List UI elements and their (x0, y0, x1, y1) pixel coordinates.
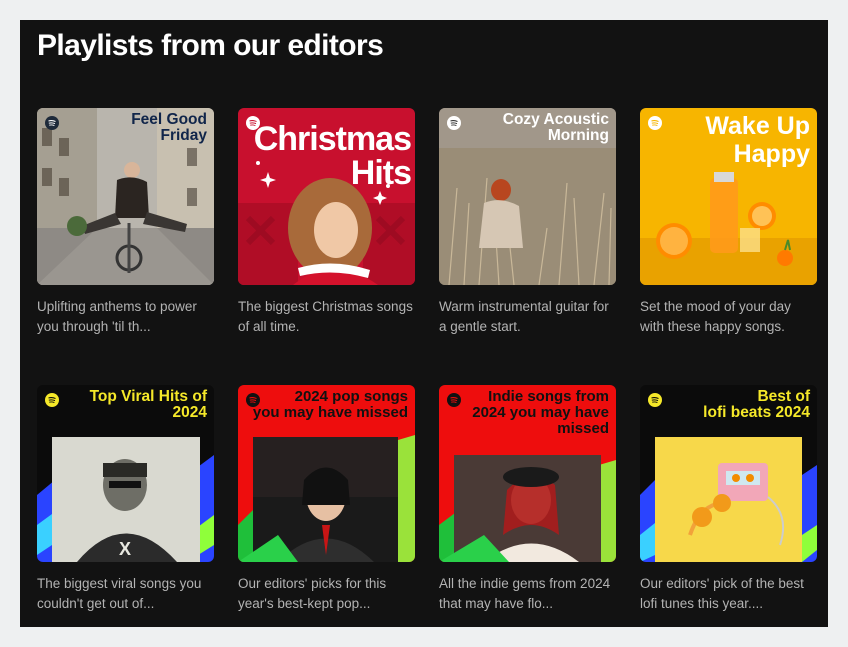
svg-text:X: X (119, 539, 131, 559)
cover-title: Wake Up Happy (705, 112, 810, 168)
spotify-logo-icon (447, 116, 461, 130)
spotify-logo-icon (648, 393, 662, 407)
playlist-card-christmas-hits[interactable]: Christmas Hits The biggest Christmas son… (238, 108, 415, 337)
playlist-description: The biggest viral songs you couldn't get… (37, 576, 202, 611)
playlist-cover[interactable]: Wake Up Happy (640, 108, 817, 285)
playlist-card-feel-good-friday[interactable]: Feel Good Friday Uplifting anthems to po… (37, 108, 214, 337)
spotify-logo-icon (45, 116, 59, 130)
cover-title: Christmas Hits (253, 120, 412, 192)
playlist-card-best-of-lofi-2024[interactable]: Best of lofi beats 2024 Our editors' pic… (640, 385, 817, 614)
playlist-cover[interactable]: Feel Good Friday (37, 108, 214, 285)
playlist-description: Set the mood of your day with these happ… (640, 299, 791, 334)
playlist-cover[interactable]: X Top Viral Hits of 2024 (37, 385, 214, 562)
playlist-cover[interactable]: Cozy Acoustic Morning (439, 108, 616, 285)
playlist-description: Our editors' picks for this year's best-… (238, 576, 387, 611)
playlist-description: The biggest Christmas songs of all time. (238, 299, 413, 334)
section-title[interactable]: Playlists from our editors (37, 26, 384, 66)
cover-title: Indie songs from 2024 you may have misse… (472, 388, 609, 437)
spotify-logo-icon (648, 116, 662, 130)
playlist-cover[interactable]: Indie songs from 2024 you may have misse… (439, 385, 616, 562)
playlist-description: Warm instrumental guitar for a gentle st… (439, 299, 609, 334)
playlist-card-cozy-acoustic-morning[interactable]: Cozy Acoustic Morning Warm instrumental … (439, 108, 616, 337)
playlist-cover[interactable]: 2024 pop songs you may have missed (238, 385, 415, 562)
editors-playlists-section: Playlists from our editors Feel Good Fri… (20, 20, 828, 627)
playlist-description: All the indie gems from 2024 that may ha… (439, 576, 611, 611)
playlist-description: Uplifting anthems to power you through '… (37, 299, 197, 334)
cover-title: Top Viral Hits of 2024 (89, 388, 207, 422)
cover-title: Best of lofi beats 2024 (703, 388, 810, 422)
playlist-cover[interactable]: Best of lofi beats 2024 (640, 385, 817, 562)
playlist-card-wake-up-happy[interactable]: Wake Up Happy Set the mood of your day w… (640, 108, 817, 337)
playlist-cover[interactable]: Christmas Hits (238, 108, 415, 285)
cover-title: 2024 pop songs you may have missed (252, 388, 408, 421)
cover-title: Feel Good Friday (131, 111, 207, 145)
playlist-card-indie-songs-2024[interactable]: Indie songs from 2024 you may have misse… (439, 385, 616, 614)
spotify-logo-icon (447, 393, 461, 407)
cover-title: Cozy Acoustic Morning (502, 111, 609, 145)
playlist-card-2024-pop-songs[interactable]: 2024 pop songs you may have missed Our e… (238, 385, 415, 614)
playlist-description: Our editors' pick of the best lofi tunes… (640, 576, 804, 611)
spotify-logo-icon (45, 393, 59, 407)
playlist-card-top-viral-hits-2024[interactable]: X Top Viral Hits of 2024 The biggest vir… (37, 385, 214, 614)
